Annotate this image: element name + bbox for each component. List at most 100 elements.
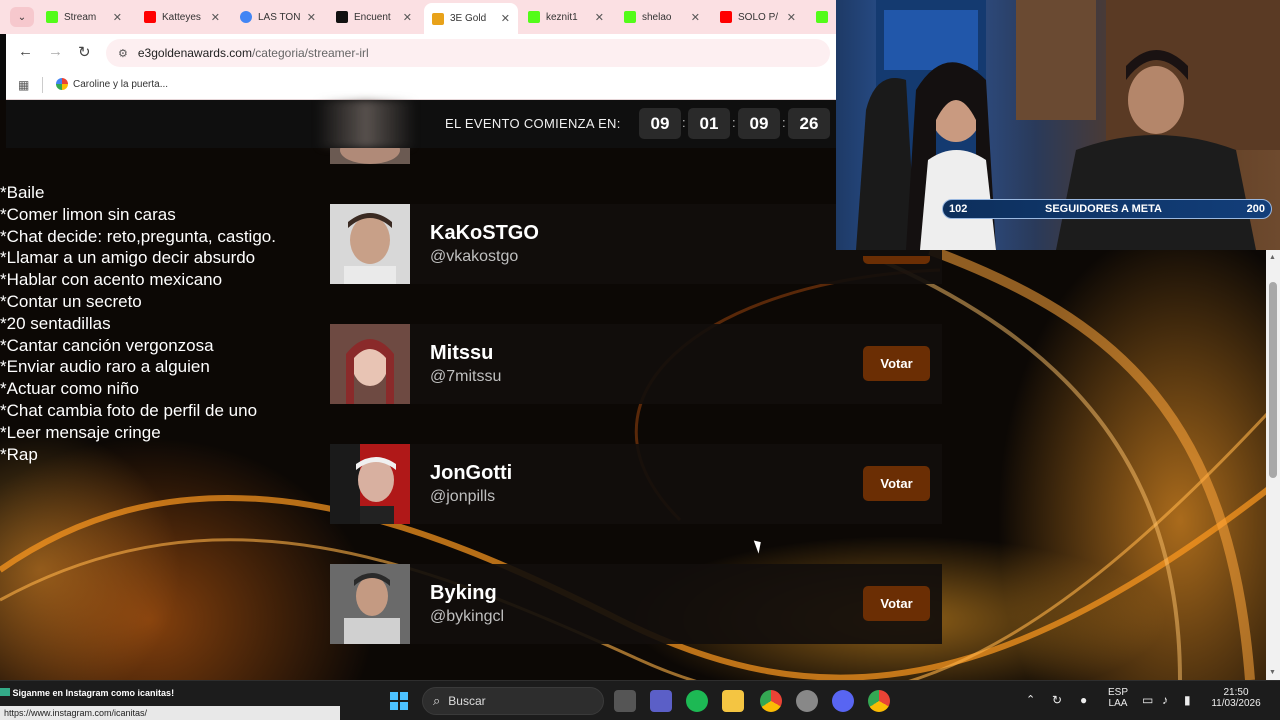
browser-tab[interactable]: Stream ✕ [46, 6, 126, 28]
volume-icon[interactable]: ♪ [1162, 693, 1168, 707]
chrome-icon[interactable] [868, 690, 890, 712]
reload-icon[interactable]: ↻ [78, 43, 91, 61]
nominee-handle: @bykingcl [430, 608, 505, 625]
close-icon[interactable]: ✕ [211, 11, 220, 24]
google-icon [240, 11, 252, 23]
countdown-separator: : [782, 115, 786, 130]
list-item: *20 sentadillas [0, 313, 111, 333]
scroll-up-icon[interactable]: ▲ [1269, 254, 1276, 261]
network-icon[interactable]: ▭ [1142, 693, 1153, 707]
sync-icon[interactable]: ↻ [1052, 693, 1062, 707]
language-indicator[interactable]: ESP LAA [1104, 687, 1132, 709]
close-icon[interactable]: ✕ [691, 11, 700, 24]
challenge-list: *Baile *Comer limon sin caras *Chat deci… [0, 182, 320, 465]
browser-tab[interactable]: shelao ✕ [624, 6, 704, 28]
list-item: *Leer mensaje cringe [0, 422, 161, 442]
browser-tab[interactable]: LAS TON ✕ [240, 6, 320, 28]
youtube-icon [720, 11, 732, 23]
spotify-icon[interactable] [686, 690, 708, 712]
url-path: /categoria/streamer-irl [251, 46, 369, 60]
list-item: *Cantar canción vergonzosa [0, 335, 214, 355]
address-bar[interactable]: ⚙ e3goldenawards.com/categoria/streamer-… [106, 39, 830, 67]
tab-search-button[interactable]: ⌄ [10, 7, 34, 27]
file-explorer-icon[interactable] [722, 690, 744, 712]
countdown-separator: : [682, 115, 686, 130]
nominee-name: Byking [430, 582, 497, 604]
site-info-icon[interactable]: ⚙ [118, 47, 128, 60]
page-scrollbar[interactable]: ▲ ▼ [1266, 250, 1280, 680]
back-icon[interactable]: ← [18, 43, 33, 60]
browser-tab[interactable]: keznit1 ✕ [528, 6, 608, 28]
kick-icon [528, 11, 540, 23]
list-item: *Contar un secreto [0, 291, 142, 311]
google-icon [56, 78, 68, 90]
apps-grid-icon[interactable]: ▦ [18, 78, 29, 92]
avatar [330, 564, 410, 644]
nominee-handle: @vkakostgo [430, 248, 519, 265]
countdown-label: EL EVENTO COMIENZA EN: [445, 116, 621, 131]
list-item: *Chat cambia foto de perfil de uno [0, 400, 258, 420]
nominee-handle: @jonpills [430, 488, 496, 505]
nominee-name: JonGotti [430, 462, 513, 484]
nominee-card: JonGotti @jonpills Votar [330, 444, 942, 524]
chat-notification: Siganme en Instagram como icanitas! [0, 688, 174, 698]
list-item: *Llamar a un amigo decir absurdo [0, 248, 256, 268]
kick-icon [46, 11, 58, 23]
browser-tab[interactable]: Encuent ✕ [336, 6, 416, 28]
goal-label: SEGUIDORES A META [1045, 203, 1162, 215]
browser-tab-active[interactable]: 3E Gold ✕ [424, 3, 518, 34]
chrome-icon[interactable] [760, 690, 782, 712]
nominee-card: Mitssu @7mitssu Votar [330, 324, 942, 404]
url-host: e3goldenawards.com [137, 46, 252, 60]
browser-tab[interactable]: SOLO P/ ✕ [720, 6, 800, 28]
bookmarks-bar: ▦ Caroline y la puerta... [6, 70, 836, 100]
list-item: *Baile [0, 183, 45, 202]
list-item: *Rap [0, 444, 38, 464]
vote-button[interactable]: Votar [863, 586, 930, 621]
scroll-down-icon[interactable]: ▼ [1269, 669, 1276, 676]
close-icon[interactable]: ✕ [113, 11, 122, 24]
avatar [330, 204, 410, 284]
scrollbar-thumb[interactable] [1269, 282, 1277, 478]
taskbar-search[interactable]: ⌕ Buscar [422, 687, 604, 715]
follower-goal-bar: 102 SEGUIDORES A META 200 [942, 199, 1272, 219]
close-icon[interactable]: ✕ [787, 11, 796, 24]
chevron-up-icon[interactable]: ⌃ [1026, 693, 1035, 706]
microphone-icon[interactable]: ● [1080, 693, 1087, 707]
bookmark-item[interactable]: Caroline y la puerta... [56, 78, 168, 90]
battery-icon[interactable]: ▮ [1184, 693, 1191, 707]
windows-start-icon[interactable] [390, 692, 408, 710]
countdown-minutes: 09 [738, 108, 780, 139]
divider [42, 77, 43, 93]
status-url: https://www.instagram.com/icanitas/ [0, 706, 340, 720]
obs-icon[interactable] [796, 690, 818, 712]
countdown-separator: : [732, 115, 736, 130]
task-view-icon[interactable] [614, 690, 636, 712]
vote-button[interactable]: Votar [863, 466, 930, 501]
3e-icon [432, 12, 444, 25]
close-icon[interactable]: ✕ [403, 11, 412, 24]
forward-icon[interactable]: → [48, 43, 63, 60]
teams-icon[interactable] [650, 690, 672, 712]
avatar [330, 324, 410, 404]
list-item: *Comer limon sin caras [0, 204, 176, 224]
close-icon[interactable]: ✕ [307, 11, 316, 24]
blurred-logo [316, 100, 416, 148]
nominee-name: Mitssu [430, 342, 494, 364]
browser-tab[interactable]: Katteyes ✕ [144, 6, 224, 28]
close-icon[interactable]: ✕ [595, 11, 604, 24]
vote-button[interactable]: Votar [863, 346, 930, 381]
close-icon[interactable]: ✕ [501, 12, 510, 25]
discord-icon[interactable] [832, 690, 854, 712]
nominee-card: Byking @bykingcl Votar [330, 564, 942, 644]
vote-button[interactable] [863, 256, 930, 264]
goal-current: 102 [949, 203, 968, 215]
search-icon: ⌕ [433, 693, 441, 708]
browser-toolbar: ← → ↻ ⚙ e3goldenawards.com/categoria/str… [6, 34, 836, 70]
botrix-icon [0, 688, 10, 696]
nominee-handle: @7mitssu [430, 368, 502, 385]
browser-tab[interactable] [816, 6, 834, 28]
clock[interactable]: 21:50 11/03/2026 [1206, 687, 1266, 709]
browser-tab-bar: ⌄ Stream ✕ Katteyes ✕ LAS TON ✕ Encuent … [0, 0, 836, 34]
countdown-bar: EL EVENTO COMIENZA EN: 09 : 01 : 09 : 26 [6, 100, 836, 148]
